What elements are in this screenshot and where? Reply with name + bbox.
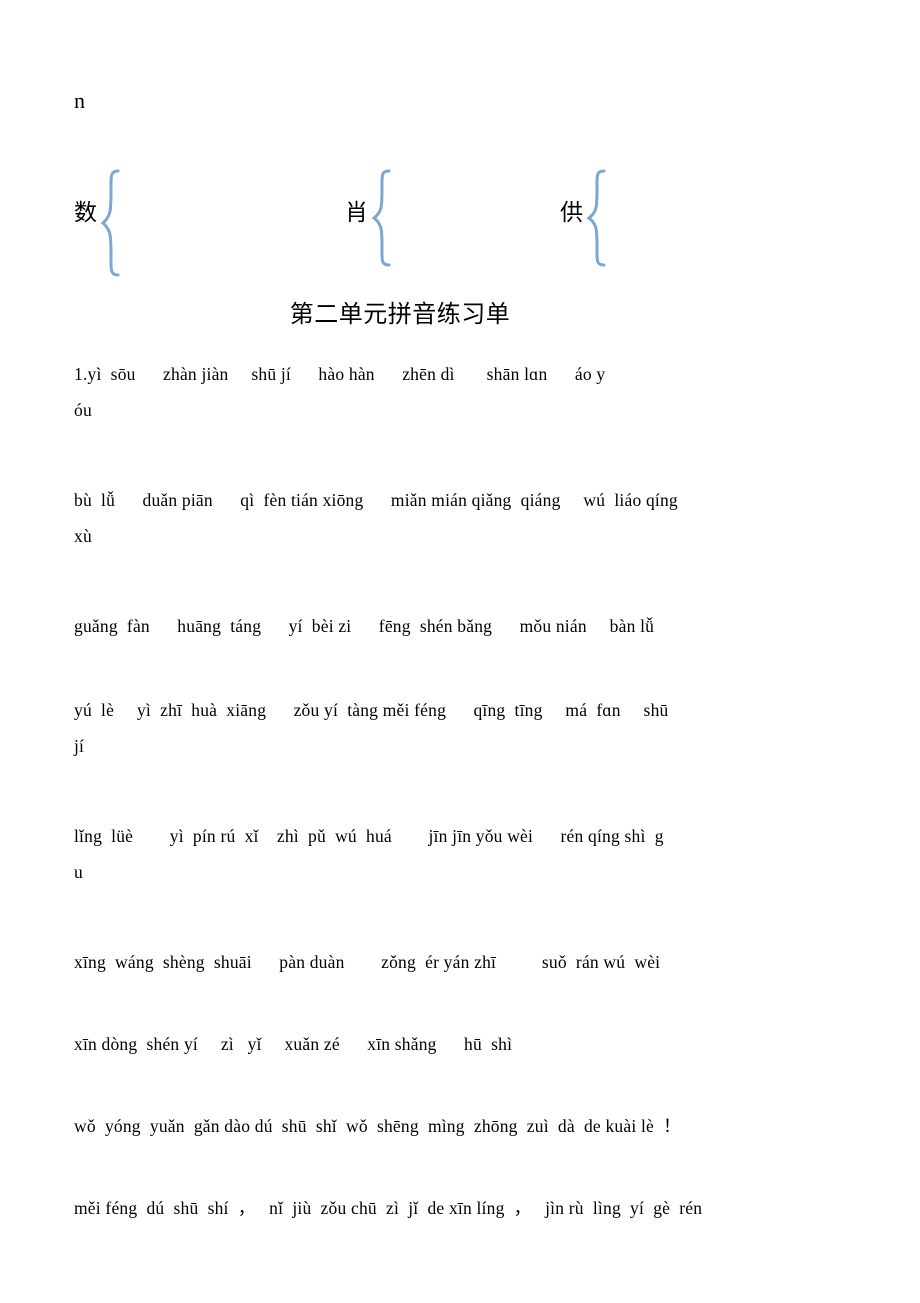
pinyin-line: wǒ yóng yuǎn gǎn dào dú shū shǐ wǒ shēng…: [74, 1116, 681, 1136]
page-title: 第二单元拼音练习单: [289, 302, 511, 328]
line-spacer: [74, 644, 864, 692]
line-spacer: [74, 764, 864, 818]
line-spacer: [74, 980, 864, 1026]
curly-brace-icon: [100, 169, 120, 277]
line-spacer: [74, 890, 864, 944]
pinyin-line: 1.yì sōu zhàn jiàn shū jí hào hàn zhēn d…: [74, 364, 606, 420]
pinyin-exercise-body: 1.yì sōu zhàn jiàn shū jí hào hàn zhēn d…: [74, 356, 864, 1226]
line-spacer: [74, 554, 864, 608]
pinyin-line: guǎng fàn huāng táng yí bèi zi fēng shén…: [74, 616, 655, 636]
brace-group-3-character: 供: [560, 200, 583, 225]
pinyin-line: bù lǚ duǎn piān qì fèn tián xiōng miǎn m…: [74, 490, 678, 546]
brace-groups-row: 数 肖 供: [0, 168, 920, 288]
pinyin-line: měi féng dú shū shí ， nǐ jiù zǒu chū zì …: [74, 1198, 703, 1218]
line-spacer: [74, 1062, 864, 1108]
pinyin-line: xīn dòng shén yí zì yǐ xuǎn zé xīn shǎng…: [74, 1034, 513, 1054]
brace-group-2: 肖: [345, 168, 393, 268]
pinyin-line: lǐng lüè yì pín rú xǐ zhì pǔ wú huá jīn …: [74, 826, 664, 882]
brace-group-2-character: 肖: [345, 200, 368, 225]
document-page: n 数 肖 供 第二单元拼音练习单 1.yì sōu zhàn jiàn shū: [0, 0, 920, 1303]
stray-letter-n: n: [74, 88, 85, 113]
brace-group-1: 数: [74, 168, 122, 278]
brace-group-3: 供: [560, 168, 608, 268]
pinyin-line: yú lè yì zhī huà xiāng zǒu yí tàng měi f…: [74, 700, 669, 756]
brace-group-1-character: 数: [74, 200, 97, 225]
line-spacer: [74, 1144, 864, 1190]
curly-brace-icon: [586, 169, 606, 267]
line-spacer: [74, 428, 864, 482]
pinyin-line: xīng wáng shèng shuāi pàn duàn zǒng ér y…: [74, 952, 661, 972]
curly-brace-icon: [371, 169, 391, 267]
